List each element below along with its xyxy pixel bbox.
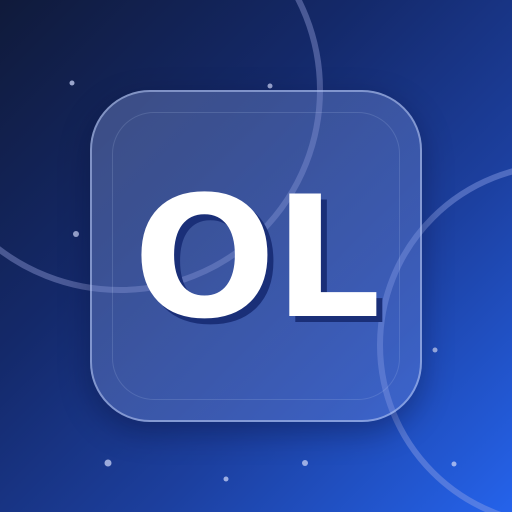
monogram-text: OL xyxy=(133,160,381,356)
app-icon: OL xyxy=(0,0,512,512)
monogram-tile: OL xyxy=(90,90,422,422)
